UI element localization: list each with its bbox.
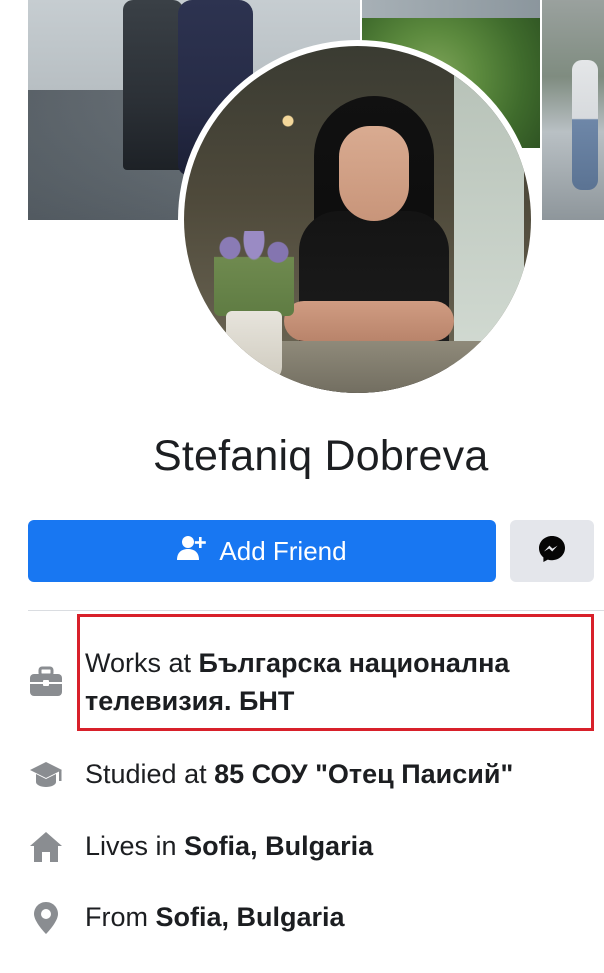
info-row-from: From Sofia, Bulgaria	[28, 898, 604, 938]
info-row-lives: Lives in Sofia, Bulgaria	[28, 827, 604, 867]
message-button[interactable]	[510, 520, 594, 582]
home-icon	[28, 829, 64, 865]
graduation-cap-icon	[28, 757, 64, 793]
from-city[interactable]: Sofia, Bulgaria	[156, 902, 345, 932]
education-school[interactable]: 85 СОУ "Отец Паисий"	[214, 759, 513, 789]
profile-picture[interactable]	[178, 40, 537, 399]
add-friend-button[interactable]: Add Friend	[28, 520, 496, 582]
add-person-icon	[177, 534, 207, 569]
highlight-annotation	[77, 614, 594, 731]
education-prefix: Studied at	[85, 759, 215, 789]
info-row-education: Studied at 85 СОУ "Отец Паисий"	[28, 755, 604, 795]
from-text: From Sofia, Bulgaria	[85, 898, 345, 936]
education-text: Studied at 85 СОУ "Отец Паисий"	[85, 755, 513, 793]
briefcase-icon	[28, 664, 64, 700]
lives-city[interactable]: Sofia, Bulgaria	[184, 831, 373, 861]
cover-photo-tile	[362, 0, 540, 18]
divider	[28, 610, 604, 611]
lives-text: Lives in Sofia, Bulgaria	[85, 827, 373, 865]
lives-prefix: Lives in	[85, 831, 185, 861]
location-pin-icon	[28, 900, 64, 936]
add-friend-label: Add Friend	[219, 535, 347, 566]
avatar	[184, 46, 531, 393]
messenger-icon	[537, 534, 567, 569]
cover-photo-tile	[542, 0, 604, 220]
from-prefix: From	[85, 902, 156, 932]
profile-name: Stefaniq Dobreva	[153, 432, 489, 480]
